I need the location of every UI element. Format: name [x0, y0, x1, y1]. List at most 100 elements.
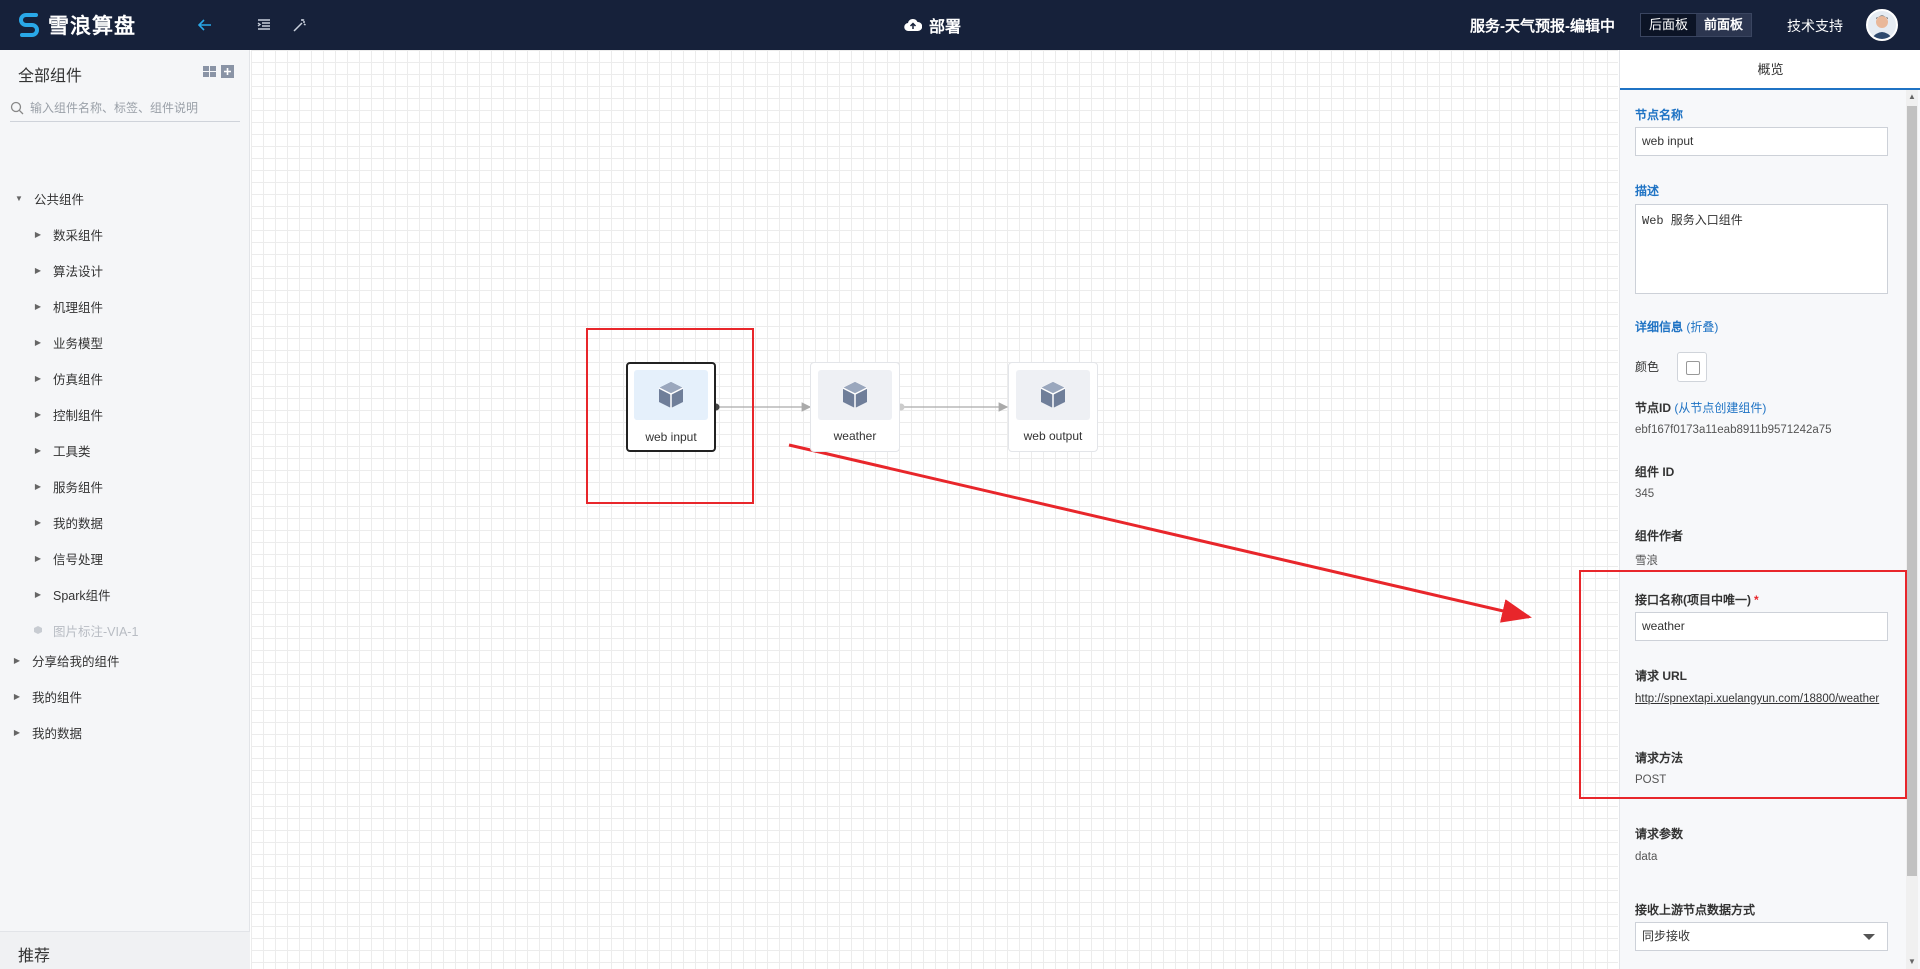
create-component-link[interactable]: (从节点创建组件): [1674, 401, 1766, 415]
back-arrow-icon[interactable]: [194, 14, 216, 36]
tree-item-my-data-public[interactable]: ▶ 我的数据: [33, 512, 103, 532]
caret-right-icon: ▶: [34, 481, 42, 491]
author-value: 雪浪: [1635, 555, 1658, 567]
recommend-label: 推荐: [18, 948, 51, 965]
description-label: 描述: [1635, 184, 1660, 198]
tree-item-via: 图片标注-VIA-1: [33, 620, 138, 640]
color-picker[interactable]: [1677, 352, 1707, 382]
chevron-down-icon: [1863, 934, 1875, 940]
tree-group-public[interactable]: ▼ 公共组件: [14, 188, 84, 208]
tree-item-mechanism[interactable]: ▶ 机理组件: [33, 296, 103, 316]
caret-right-icon: ▶: [34, 445, 42, 455]
receive-mode-label: 接收上游节点数据方式: [1635, 903, 1756, 917]
tree-item-data-collection[interactable]: ▶ 数采组件: [33, 224, 103, 244]
node-icon-box: [634, 370, 708, 420]
cube-icon: [842, 382, 868, 408]
cube-icon: [658, 382, 684, 408]
magic-wand-icon[interactable]: [289, 14, 311, 36]
search-icon: [10, 101, 24, 114]
deploy-button[interactable]: 部署: [904, 13, 961, 37]
cube-icon: [1040, 382, 1066, 408]
annotation-box-api: [1579, 570, 1907, 799]
outline-icon[interactable]: [253, 14, 275, 36]
node-id-header: 节点ID (从节点创建组件): [1635, 401, 1767, 415]
node-label: weather: [833, 429, 877, 443]
tree-group-my-data[interactable]: ▶ 我的数据: [12, 722, 82, 742]
avatar[interactable]: [1866, 9, 1898, 41]
scroll-up-icon[interactable]: ▲: [1906, 90, 1918, 104]
tree-item-service[interactable]: ▶ 服务组件: [33, 476, 103, 496]
support-link[interactable]: 技术支持: [1787, 16, 1843, 36]
caret-right-icon: ▶: [34, 409, 42, 419]
logo-icon: [19, 13, 39, 37]
caret-right-icon: ▶: [34, 589, 42, 599]
cube-icon: [33, 625, 43, 635]
node-web-input[interactable]: web input: [626, 362, 716, 452]
request-params-label: 请求参数: [1635, 827, 1684, 841]
cloud-upload-icon: [904, 18, 922, 32]
sidebar-title: 全部组件: [18, 68, 83, 85]
scroll-thumb[interactable]: [1907, 106, 1917, 876]
caret-right-icon: ▶: [34, 301, 42, 311]
deploy-label: 部署: [929, 19, 962, 36]
tree-item-business-model[interactable]: ▶ 业务模型: [33, 332, 103, 352]
request-params-value: data: [1635, 851, 1658, 863]
caret-right-icon: ▶: [34, 553, 42, 563]
component-id-value: 345: [1635, 488, 1655, 500]
collapse-toggle[interactable]: (折叠): [1686, 320, 1718, 334]
edges-layer: [712, 402, 1532, 623]
tab-overview[interactable]: 概览: [1620, 50, 1920, 90]
caret-right-icon: ▶: [34, 373, 42, 383]
caret-right-icon: ▶: [13, 655, 21, 665]
sidebar-actions: [203, 65, 235, 79]
tree-item-control[interactable]: ▶ 控制组件: [33, 404, 103, 424]
panel-toggle: 后面板 前面板: [1640, 13, 1753, 37]
brand-name: 雪浪算盘: [48, 15, 136, 38]
tree-item-spark[interactable]: ▶ Spark组件: [33, 584, 111, 604]
description-field[interactable]: Web 服务入口组件: [1635, 204, 1888, 294]
service-title: 服务-天气预报-编辑中: [1470, 18, 1615, 35]
node-id-value: ebf167f0173a11eab8911b9571242a75: [1635, 424, 1832, 436]
node-label: web input: [645, 430, 697, 444]
panel-scrollbar[interactable]: ▲ ▼: [1906, 90, 1918, 969]
scroll-down-icon[interactable]: ▼: [1906, 955, 1918, 969]
node-weather[interactable]: weather: [810, 362, 900, 452]
node-web-output[interactable]: web output: [1008, 362, 1098, 452]
top-bar: 雪浪算盘 部署 服务-天气预报-编辑中 后面板 前面板 技术支持: [0, 0, 1920, 50]
caret-right-icon: ▶: [13, 691, 21, 701]
caret-right-icon: ▶: [34, 517, 42, 527]
properties-panel: 概览 节点名称 web input 描述 Web 服务入口组件 详细信息 (折叠…: [1619, 50, 1920, 969]
tree-group-shared[interactable]: ▶ 分享给我的组件: [12, 650, 120, 670]
back-panel-tab[interactable]: 后面板: [1641, 14, 1697, 36]
author-label: 组件作者: [1635, 529, 1684, 543]
receive-mode-select[interactable]: 同步接收: [1635, 922, 1888, 951]
recommend-section[interactable]: 推荐: [0, 931, 250, 969]
grid-view-icon[interactable]: [203, 65, 217, 79]
workflow-canvas[interactable]: web input weather web output: [251, 50, 1618, 969]
caret-right-icon: ▶: [13, 727, 21, 737]
caret-right-icon: ▶: [34, 229, 42, 239]
component-id-label: 组件 ID: [1635, 465, 1675, 479]
tree-item-algorithm[interactable]: ▶ 算法设计: [33, 260, 103, 280]
tree-item-simulation[interactable]: ▶ 仿真组件: [33, 368, 103, 388]
tree-item-tools[interactable]: ▶ 工具类: [33, 440, 91, 460]
search-input[interactable]: [30, 100, 230, 115]
front-panel-tab[interactable]: 前面板: [1696, 14, 1752, 36]
caret-right-icon: ▶: [34, 337, 42, 347]
caret-down-icon: ▼: [15, 193, 23, 203]
node-icon-box: [1016, 370, 1090, 420]
logo[interactable]: 雪浪算盘: [18, 10, 136, 40]
caret-right-icon: ▶: [34, 265, 42, 275]
node-label: web output: [1023, 429, 1083, 443]
tree-item-signal[interactable]: ▶ 信号处理: [33, 548, 103, 568]
color-label: 颜色: [1635, 360, 1660, 374]
detail-info-header[interactable]: 详细信息 (折叠): [1635, 318, 1718, 335]
tree-group-my-components[interactable]: ▶ 我的组件: [12, 686, 82, 706]
component-search: [10, 94, 240, 122]
node-name-field[interactable]: web input: [1635, 127, 1888, 156]
node-name-label: 节点名称: [1635, 108, 1684, 122]
add-component-icon[interactable]: [221, 65, 235, 79]
node-icon-box: [818, 370, 892, 420]
component-sidebar: 全部组件 ▼ 公共组件 ▶ 数采组件 ▶ 算法设计 ▶ 机理组件 ▶: [0, 50, 250, 969]
annotation-arrow: [788, 443, 1532, 623]
